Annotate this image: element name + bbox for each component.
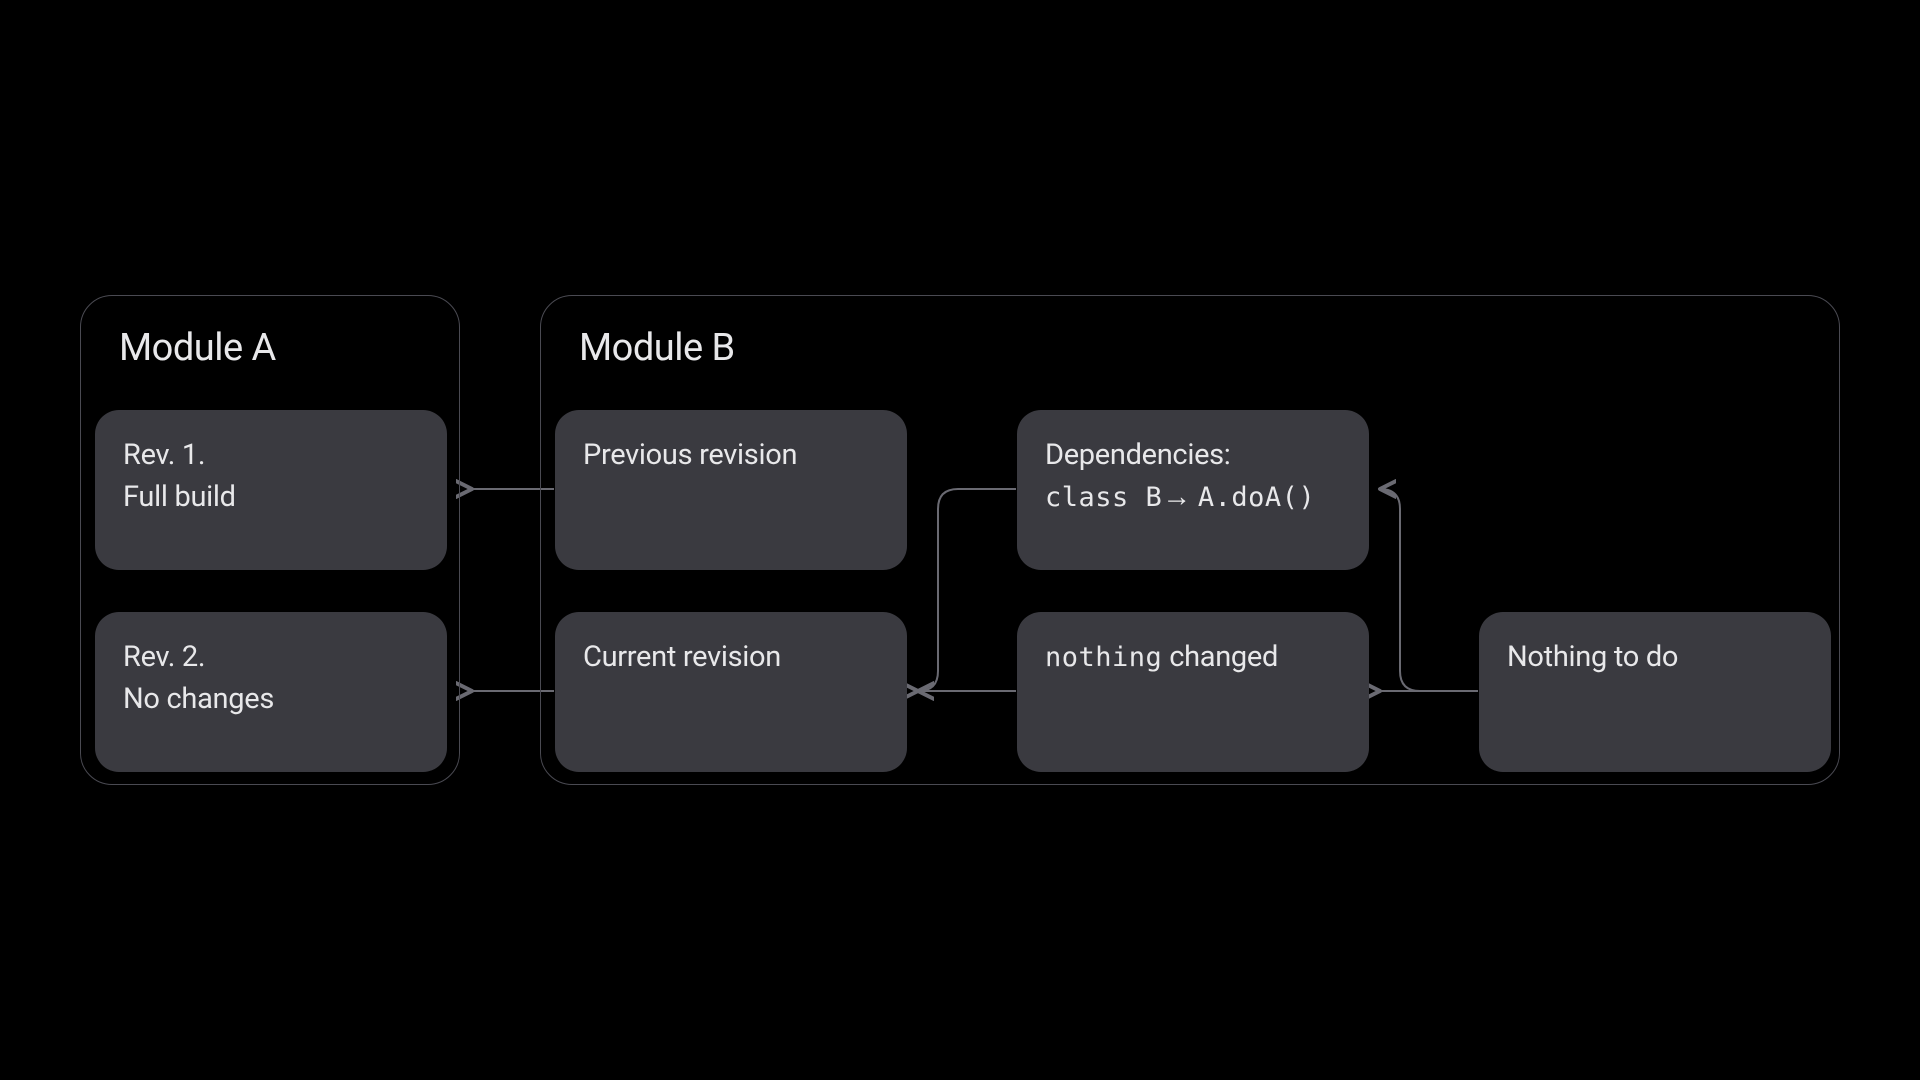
nothing-to-do-label: Nothing to do [1507,636,1803,678]
dep-method: A.doA() [1198,482,1315,513]
rev1-label: Rev. 1. [123,434,419,476]
dep-class: class B [1045,482,1162,513]
build-dependency-diagram: Module A Rev. 1. Full build Rev. 2. No c… [80,295,1840,785]
module-a-title: Module A [119,326,435,370]
rev2-status: No changes [123,678,419,720]
changed-text: changed [1162,640,1278,674]
nothing-to-do-box: Nothing to do [1479,612,1831,772]
nothing-mono: nothing [1045,642,1162,673]
rev1-status: Full build [123,476,419,518]
previous-revision-label: Previous revision [583,434,879,476]
previous-revision-box: Previous revision [555,410,907,570]
current-revision-label: Current revision [583,636,879,678]
rev2-label: Rev. 2. [123,636,419,678]
dep-arrow: → [1162,480,1191,514]
module-b-container: Module B Previous revision Current revis… [540,295,1840,785]
dependencies-label: Dependencies: [1045,434,1341,476]
nothing-changed-text: nothing changed [1045,636,1341,678]
current-revision-box: Current revision [555,612,907,772]
module-a-rev2-box: Rev. 2. No changes [95,612,447,772]
dependencies-code: class B→ A.doA() [1045,476,1341,518]
module-b-title: Module B [579,326,1815,370]
nothing-changed-box: nothing changed [1017,612,1369,772]
module-a-container: Module A Rev. 1. Full build Rev. 2. No c… [80,295,460,785]
dependencies-box: Dependencies: class B→ A.doA() [1017,410,1369,570]
module-a-rev1-box: Rev. 1. Full build [95,410,447,570]
